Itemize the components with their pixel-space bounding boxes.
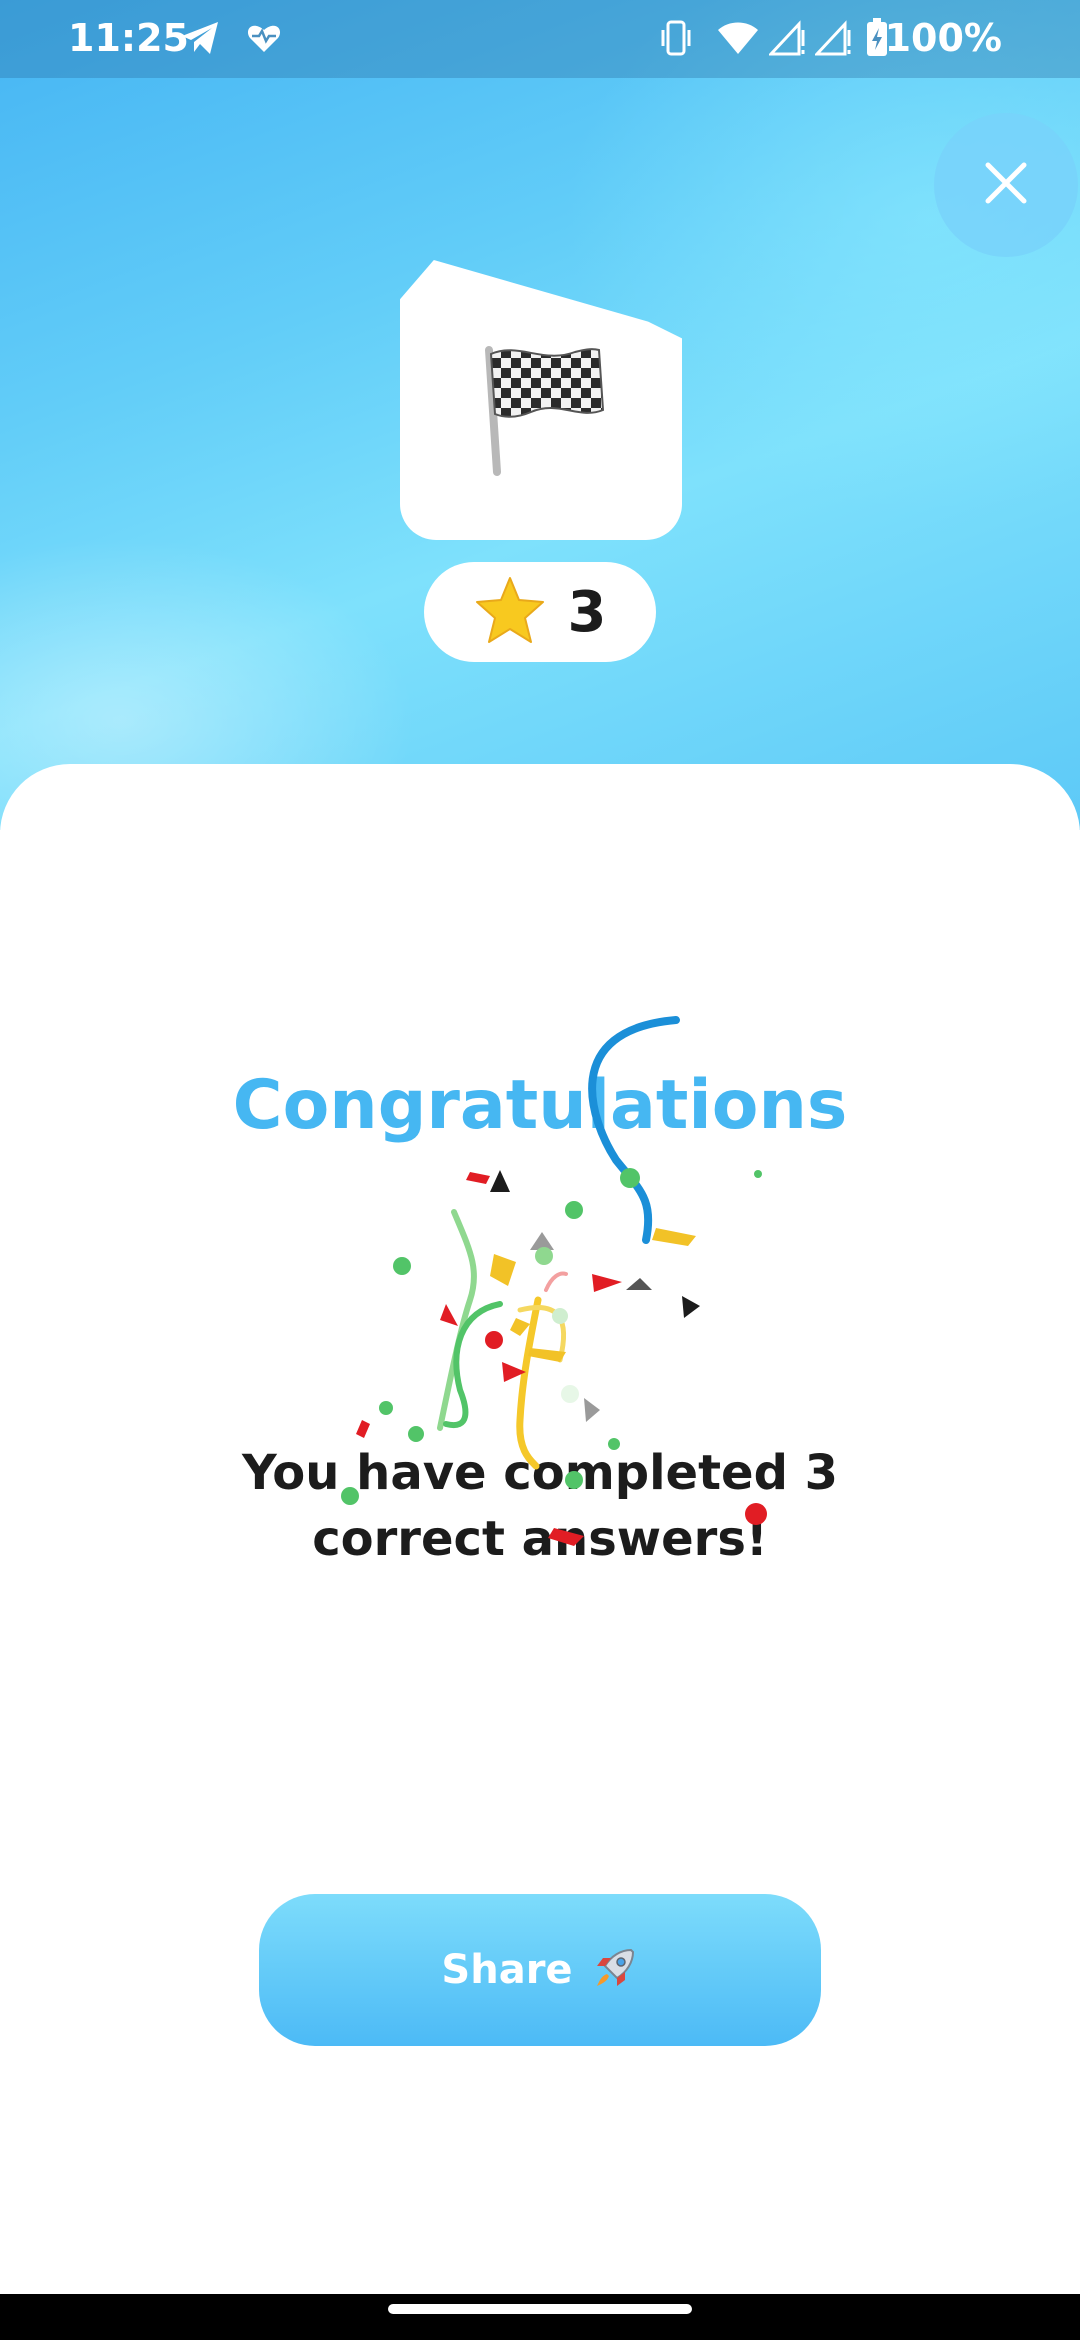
share-button[interactable]: Share [259, 1894, 821, 2046]
share-label: Share [441, 1947, 573, 1993]
home-gesture-handle[interactable] [388, 2304, 692, 2314]
battery-percentage: 100% [884, 16, 1002, 60]
congratulations-title: Congratulations [232, 1066, 848, 1145]
vibrate-icon [658, 16, 694, 60]
heart-pulse-icon [244, 16, 284, 60]
signal-icon [814, 16, 854, 60]
result-message: You have completed 3 correct answers! [241, 1445, 839, 1567]
score-pill: 3 [424, 562, 656, 662]
status-time: 11:25 [68, 16, 189, 60]
status-bar: 11:25 100% [0, 0, 1080, 78]
navigation-bar [0, 2294, 1080, 2340]
close-button[interactable] [934, 113, 1078, 257]
close-icon [984, 161, 1028, 209]
wifi-icon [716, 16, 760, 60]
rocket-icon [591, 1944, 639, 1996]
star-icon [474, 575, 546, 649]
score-value: 3 [567, 579, 607, 645]
telegram-icon [178, 16, 222, 60]
checkered-flag-icon [471, 338, 611, 482]
signal-icon [768, 16, 808, 60]
